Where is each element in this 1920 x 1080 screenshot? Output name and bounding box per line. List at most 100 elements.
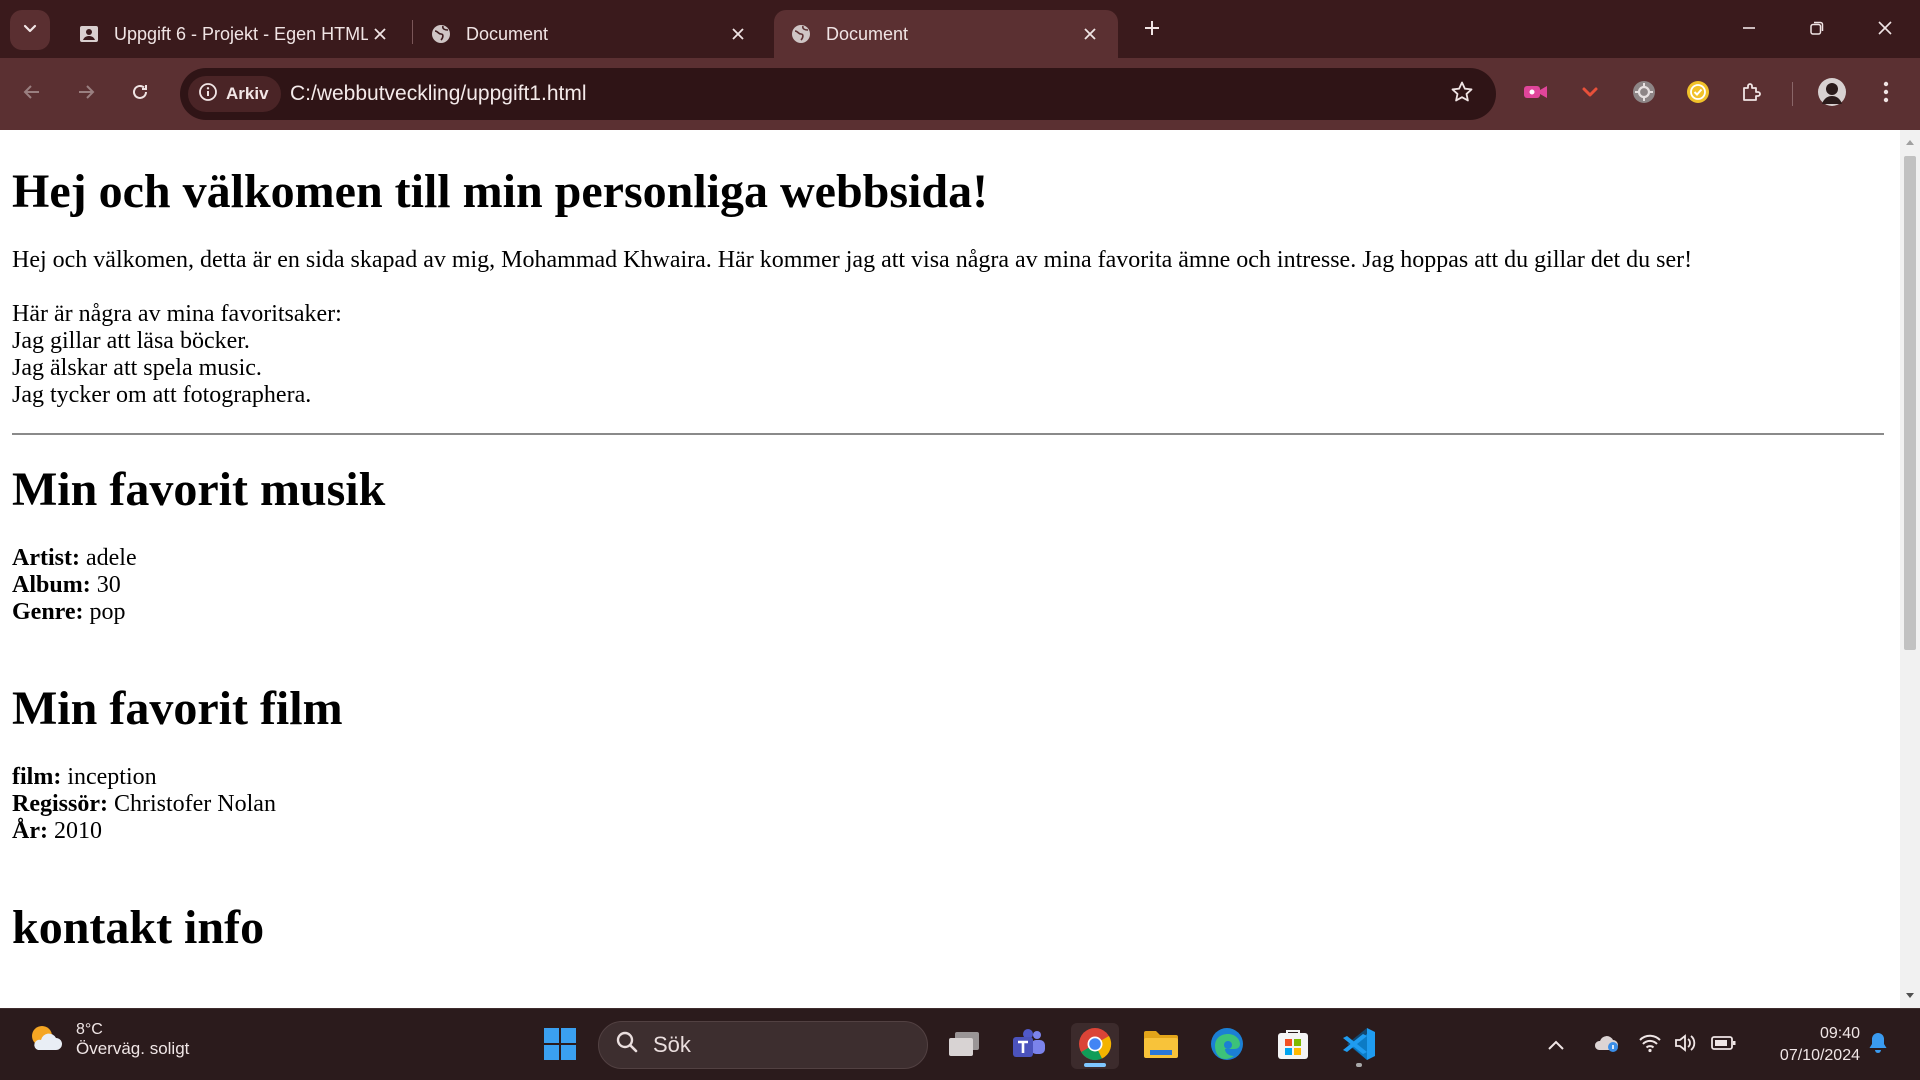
cloud-icon [1592,1032,1620,1058]
info-row: Artist: adele [12,545,1888,572]
favorites-list: Här är några av mina favoritsaker: Jag g… [12,301,1888,409]
page-viewport: Hej och välkomen till min personliga web… [0,130,1900,1008]
tab-title: Uppgift 6 - Projekt - Egen HTML [114,23,368,44]
search-placeholder: Sök [653,1032,691,1057]
globe-icon [790,23,812,45]
volume-button[interactable] [1670,1029,1702,1061]
info-value: inception [67,764,157,790]
vscode-icon [1341,1026,1377,1066]
store-button[interactable] [1269,1023,1317,1069]
extension-check-button[interactable] [1678,74,1718,114]
weather-temperature: 8°C [76,1021,103,1038]
extensions-button[interactable] [1732,74,1772,114]
restore-button[interactable] [1792,8,1842,52]
more-vertical-icon [1883,81,1889,107]
toolbar-separator [1792,82,1793,106]
info-label: Regissör: [12,791,108,817]
info-label: Genre: [12,599,84,625]
running-app-indicator [1356,1063,1362,1067]
arrow-right-icon [76,82,96,106]
wifi-button[interactable] [1634,1029,1666,1061]
info-label: film: [12,764,62,790]
close-icon[interactable] [726,22,750,46]
info-value: 30 [96,572,121,598]
minimize-button[interactable] [1724,8,1774,52]
scroll-up-arrow-icon[interactable] [1900,132,1920,152]
favorites-title: Här är några av mina favoritsaker: [12,301,342,327]
extension-gray-button[interactable] [1624,74,1664,114]
extension-video-button[interactable] [1516,74,1556,114]
extension-gear-icon [1631,79,1657,109]
scrollbar-thumb[interactable] [1904,156,1916,650]
arrow-left-icon [22,82,42,106]
onedrive-button[interactable] [1590,1029,1622,1061]
info-row: Regissör: Christofer Nolan [12,791,1888,818]
active-app-indicator [1084,1063,1106,1067]
star-icon [1450,80,1474,108]
site-info-chip[interactable]: Arkiv [188,76,281,112]
system-clock[interactable]: 09:40 07/10/2024 [1750,1023,1860,1067]
tab-uppgift[interactable]: Uppgift 6 - Projekt - Egen HTML [62,10,408,58]
edge-button[interactable] [1203,1023,1251,1069]
tab-document-1[interactable]: Document [414,10,766,58]
info-label: År: [12,818,48,844]
weather-widget[interactable]: 8°C Överväg. soligt [28,1021,189,1059]
intro-paragraph: Hej och välkomen, detta är en sida skapa… [12,247,1693,273]
video-camera-icon [1522,82,1550,106]
back-button[interactable] [12,74,52,114]
vscode-button[interactable] [1335,1023,1383,1069]
vertical-scrollbar[interactable] [1900,130,1920,1008]
new-tab-button[interactable] [1138,16,1166,44]
reload-button[interactable] [120,74,160,114]
scroll-down-arrow-icon[interactable] [1900,986,1920,1006]
info-label: Artist: [12,545,80,571]
url-text[interactable]: C:/webbutveckling/uppgift1.html [290,82,587,106]
chrome-button[interactable] [1071,1023,1119,1069]
notifications-button[interactable] [1862,1029,1894,1061]
clock-date: 07/10/2024 [1779,1047,1860,1064]
divider [12,433,1884,435]
search-icon [615,1030,639,1060]
site-info-label: Arkiv [226,84,269,103]
bookmark-star-button[interactable] [1448,80,1476,108]
task-view-button[interactable] [940,1023,988,1069]
reload-icon [130,82,150,106]
tab-separator [412,20,413,44]
taskbar-search[interactable]: Sök [598,1021,928,1069]
close-icon[interactable] [1078,22,1102,46]
partly-sunny-icon [28,1022,64,1059]
tab-document-2[interactable]: Document [774,10,1118,58]
close-icon [1877,20,1893,40]
extension-pocket-button[interactable] [1570,74,1610,114]
store-icon [1276,1027,1310,1065]
info-value: pop [89,599,126,625]
battery-button[interactable] [1708,1029,1740,1061]
taskbar: 8°C Överväg. soligt Sök 09:40 07/10/2024 [0,1008,1920,1080]
forward-button[interactable] [66,74,106,114]
tab-title: Document [826,23,909,44]
favorite-item: Jag älskar att spela music. [12,355,262,381]
plus-icon [1143,19,1161,41]
info-value: adele [85,545,137,571]
puzzle-icon [1740,80,1764,108]
show-hidden-icons-button[interactable] [1540,1029,1572,1061]
bell-icon [1867,1031,1889,1059]
profile-button[interactable] [1812,74,1852,114]
favorite-item: Jag tycker om att fotographera. [12,382,312,408]
info-row: Album: 30 [12,572,1888,599]
page-content: Hej och välkomen till min personliga web… [0,163,1900,957]
info-value: Christofer Nolan [113,791,276,817]
teams-button[interactable] [1005,1023,1053,1069]
address-bar[interactable]: Arkiv C:/webbutveckling/uppgift1.html [180,68,1496,120]
folder-icon [1142,1028,1180,1064]
menu-button[interactable] [1866,74,1906,114]
tab-search-button[interactable] [10,10,50,50]
info-label: Album: [12,572,91,598]
globe-icon [430,23,452,45]
tab-title: Document [466,23,549,44]
close-icon[interactable] [368,22,392,46]
chevron-down-icon [22,20,38,40]
start-button[interactable] [536,1023,584,1069]
file-explorer-button[interactable] [1137,1023,1185,1069]
close-window-button[interactable] [1860,8,1910,52]
